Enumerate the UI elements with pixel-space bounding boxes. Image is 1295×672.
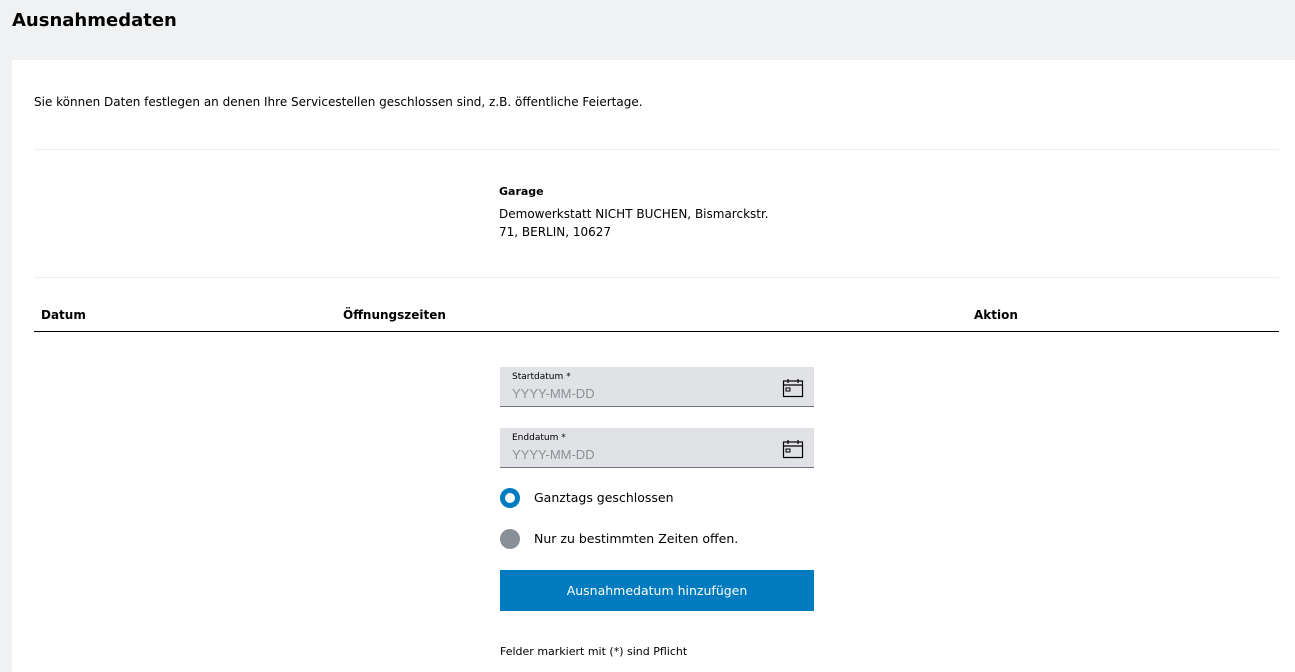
garage-address-line1: Demowerkstatt NICHT BUCHEN, Bismarckstr.: [499, 207, 769, 221]
end-date-input[interactable]: [512, 444, 762, 464]
divider: [34, 149, 1279, 150]
radio-unselected-icon[interactable]: [500, 529, 520, 549]
page-title: Ausnahmedaten: [12, 10, 177, 31]
end-date-field[interactable]: Enddatum *: [500, 428, 814, 468]
intro-text: Sie können Daten festlegen an denen Ihre…: [34, 95, 643, 109]
garage-label: Garage: [499, 185, 544, 198]
radio-open-specific-times-label[interactable]: Nur zu bestimmten Zeiten offen.: [534, 531, 738, 547]
calendar-icon[interactable]: [782, 439, 804, 459]
column-header-date: Datum: [41, 308, 86, 322]
column-header-opening-hours: Öffnungszeiten: [343, 308, 446, 322]
radio-all-day-closed[interactable]: Ganztags geschlossen: [500, 487, 674, 509]
start-date-field[interactable]: Startdatum *: [500, 367, 814, 407]
radio-selected-icon[interactable]: [500, 488, 520, 508]
end-date-label: Enddatum *: [512, 433, 566, 443]
exception-dates-panel: Sie können Daten festlegen an denen Ihre…: [12, 60, 1295, 672]
start-date-input[interactable]: [512, 383, 762, 403]
radio-all-day-closed-label[interactable]: Ganztags geschlossen: [534, 490, 674, 506]
garage-address: Demowerkstatt NICHT BUCHEN, Bismarckstr.…: [499, 205, 819, 241]
table-header: Datum Öffnungszeiten Aktion: [34, 303, 1279, 332]
add-exception-date-button[interactable]: Ausnahmedatum hinzufügen: [500, 570, 814, 611]
calendar-icon[interactable]: [782, 378, 804, 398]
divider: [34, 277, 1279, 278]
garage-address-line2: 71, BERLIN, 10627: [499, 225, 612, 239]
start-date-label: Startdatum *: [512, 372, 571, 382]
column-header-action: Aktion: [974, 308, 1018, 322]
required-fields-note: Felder markiert mit (*) sind Pflicht: [500, 645, 688, 658]
radio-open-specific-times[interactable]: Nur zu bestimmten Zeiten offen.: [500, 528, 738, 550]
